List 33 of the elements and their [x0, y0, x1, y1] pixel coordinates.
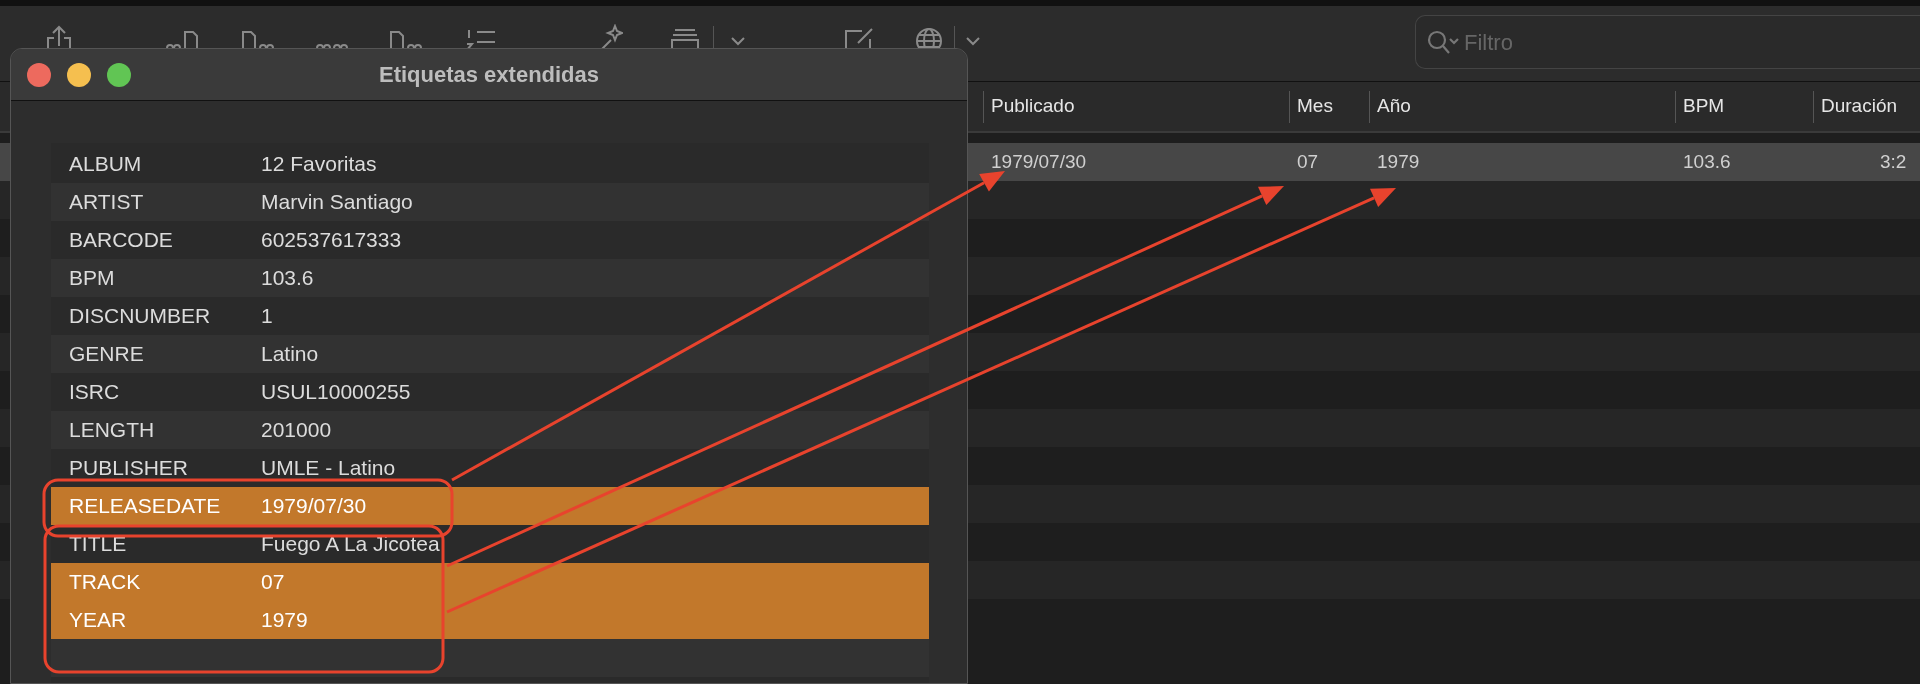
tag-name: BARCODE [68, 227, 174, 254]
tag-value: Latino [261, 341, 319, 368]
tag-name: RELEASEDATE [68, 493, 222, 520]
window-title: Etiquetas extendidas [378, 61, 600, 89]
table-cell: 1979 [1377, 150, 1420, 172]
tag-name: TITLE [68, 531, 128, 558]
tag-name: BPM [68, 265, 116, 292]
tag-value: 1979/07/30 [261, 493, 367, 520]
tag-value: 12 Favoritas [261, 151, 377, 178]
tag-name: YEAR [68, 607, 128, 634]
tag-name: DISCNUMBER [68, 303, 212, 330]
tag-name: ISRC [68, 379, 121, 406]
tag-value: Marvin Santiago [261, 189, 413, 216]
tag-value: 1979 [261, 607, 308, 634]
tag-value: 103.6 [261, 265, 314, 292]
tag-name: PUBLISHER [68, 455, 190, 482]
search-input: Filtro [1464, 25, 1864, 59]
tag-value: 1 [261, 303, 273, 330]
tag-name: GENRE [68, 341, 145, 368]
tag-name: ARTIST [68, 189, 145, 216]
table-cell: 103.6 [1683, 150, 1731, 172]
tag-name: ALBUM [68, 151, 143, 178]
tag-value: USUL10000255 [261, 379, 411, 406]
tag-name: LENGTH [68, 417, 156, 444]
table-cell: 07 [1297, 150, 1319, 172]
table-cell: 3:2 [1880, 150, 1907, 172]
tag-value: 201000 [261, 417, 332, 444]
tag-value: 07 [261, 569, 285, 596]
tag-value: Fuego A La Jicotea [261, 531, 440, 558]
tag-value: 602537617333 [261, 227, 402, 254]
table-cell: 1979/07/30 [991, 150, 1087, 172]
tag-name: TRACK [68, 569, 142, 596]
tag-value: UMLE - Latino [261, 455, 396, 482]
